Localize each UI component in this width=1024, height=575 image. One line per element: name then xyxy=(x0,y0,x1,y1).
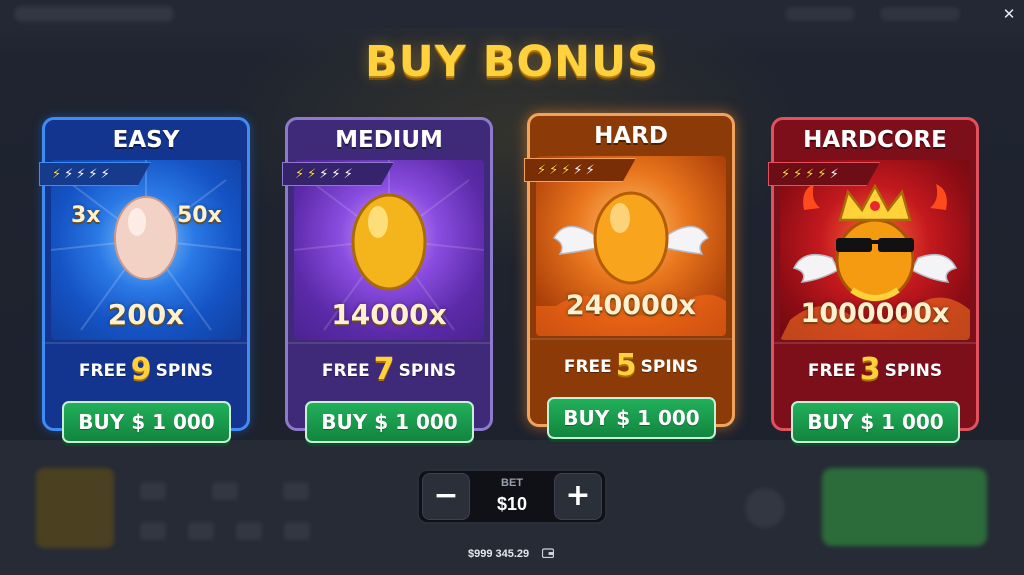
card-title: MEDIUM xyxy=(335,127,443,153)
divider xyxy=(45,342,247,344)
spins-label: SPINS xyxy=(640,357,699,377)
background-autoplay-button xyxy=(745,488,785,528)
divider xyxy=(288,342,490,344)
difficulty-indicator: ⚡ ⚡ ⚡ ⚡ ⚡ xyxy=(768,162,880,186)
card-title: EASY xyxy=(112,127,180,153)
background-control xyxy=(140,482,166,500)
multiplier-label: 3x xyxy=(71,203,101,228)
free-label: FREE xyxy=(563,357,612,377)
bet-value: $10 xyxy=(496,494,528,514)
lightning-filled-icon: ⚡ xyxy=(307,166,317,181)
buy-hard-button[interactable]: BUY $ 1 000 xyxy=(547,397,716,439)
free-spins-text: FREE 7 SPINS xyxy=(288,352,490,387)
lightning-empty-icon: ⚡ xyxy=(319,166,329,181)
lightning-filled-icon: ⚡ xyxy=(805,166,815,181)
lightning-empty-icon: ⚡ xyxy=(331,166,341,181)
lightning-empty-icon: ⚡ xyxy=(585,162,595,177)
buy-medium-button[interactable]: BUY $ 1 000 xyxy=(305,401,474,443)
card-title: HARD xyxy=(594,123,668,149)
divider xyxy=(530,338,732,340)
bet-control: − BET $10 + xyxy=(417,469,607,524)
lightning-empty-icon: ⚡ xyxy=(573,162,583,177)
multiplier-label: 240000x xyxy=(565,290,697,321)
background-control xyxy=(284,522,310,540)
lightning-filled-icon: ⚡ xyxy=(793,166,803,181)
divider xyxy=(774,342,976,344)
close-button[interactable]: ✕ xyxy=(999,5,1019,25)
free-spins-text: FREE 3 SPINS xyxy=(774,352,976,387)
background-control xyxy=(212,482,238,500)
buy-hardcore-button[interactable]: BUY $ 1 000 xyxy=(791,401,960,443)
free-label: FREE xyxy=(78,361,127,381)
bonus-card-hardcore: HARDCORE ⚡ ⚡ ⚡ ⚡ ⚡ 1000000x FREE 3 SPINS BUY $… xyxy=(768,117,979,443)
buy-easy-button[interactable]: BUY $ 1 000 xyxy=(62,401,231,443)
lightning-filled-icon: ⚡ xyxy=(549,162,559,177)
lightning-empty-icon: ⚡ xyxy=(76,166,86,181)
lightning-empty-icon: ⚡ xyxy=(343,166,353,181)
increase-bet-button[interactable]: + xyxy=(554,473,602,520)
bonus-card-hard: HARD ⚡ ⚡ ⚡ ⚡ ⚡ 240000x FREE 5 SPINS BUY $ 1 00… xyxy=(524,113,735,439)
multiplier-label: 200x xyxy=(107,298,185,331)
spins-count: 3 xyxy=(859,352,881,387)
lightning-filled-icon: ⚡ xyxy=(781,166,791,181)
balance-amount: $999 345.29 xyxy=(468,548,530,560)
difficulty-indicator: ⚡ ⚡ ⚡ ⚡ ⚡ xyxy=(282,162,394,186)
spins-count: 5 xyxy=(615,348,637,383)
bet-label: BET xyxy=(501,477,523,489)
background-pill xyxy=(785,7,855,21)
close-icon: ✕ xyxy=(1002,6,1016,23)
bonus-card-medium: MEDIUM ⚡ ⚡ ⚡ ⚡ ⚡ 14000x FREE 7 SPINS BUY $ 1 0… xyxy=(282,117,493,443)
decrease-bet-button[interactable]: − xyxy=(422,473,470,520)
lightning-empty-icon: ⚡ xyxy=(64,166,74,181)
spins-label: SPINS xyxy=(398,361,457,381)
spins-count: 7 xyxy=(373,352,395,387)
background-bonus-button xyxy=(36,468,114,548)
wallet-icon xyxy=(542,548,554,558)
lightning-filled-icon: ⚡ xyxy=(295,166,305,181)
lightning-empty-icon: ⚡ xyxy=(100,166,110,181)
difficulty-indicator: ⚡ ⚡ ⚡ ⚡ ⚡ xyxy=(39,162,151,186)
spins-count: 9 xyxy=(130,352,152,387)
lightning-empty-icon: ⚡ xyxy=(88,166,98,181)
background-control xyxy=(140,522,166,540)
lightning-empty-icon: ⚡ xyxy=(829,166,839,181)
free-spins-text: FREE 5 SPINS xyxy=(530,348,732,383)
lightning-filled-icon: ⚡ xyxy=(561,162,571,177)
bonus-card-easy: EASY ⚡ ⚡ ⚡ ⚡ ⚡ 3x 50x 200x FREE 9 SPINS BUY $ … xyxy=(39,117,250,443)
background-control xyxy=(236,522,262,540)
free-label: FREE xyxy=(321,361,370,381)
dialog-title: BUY BONUS xyxy=(364,37,659,87)
background-control xyxy=(283,482,309,500)
free-spins-text: FREE 9 SPINS xyxy=(45,352,247,387)
free-label: FREE xyxy=(807,361,856,381)
spins-label: SPINS xyxy=(884,361,943,381)
multiplier-label: 50x xyxy=(177,203,222,228)
background-logo xyxy=(14,6,174,22)
spins-label: SPINS xyxy=(155,361,214,381)
lightning-filled-icon: ⚡ xyxy=(52,166,62,181)
lightning-filled-icon: ⚡ xyxy=(537,162,547,177)
background-pill xyxy=(880,7,960,21)
difficulty-indicator: ⚡ ⚡ ⚡ ⚡ ⚡ xyxy=(524,158,636,182)
multiplier-label: 1000000x xyxy=(800,298,950,329)
background-spin-button xyxy=(822,468,987,546)
card-title: HARDCORE xyxy=(803,127,947,153)
lightning-filled-icon: ⚡ xyxy=(817,166,827,181)
background-control xyxy=(188,522,214,540)
multiplier-label: 14000x xyxy=(331,298,447,331)
